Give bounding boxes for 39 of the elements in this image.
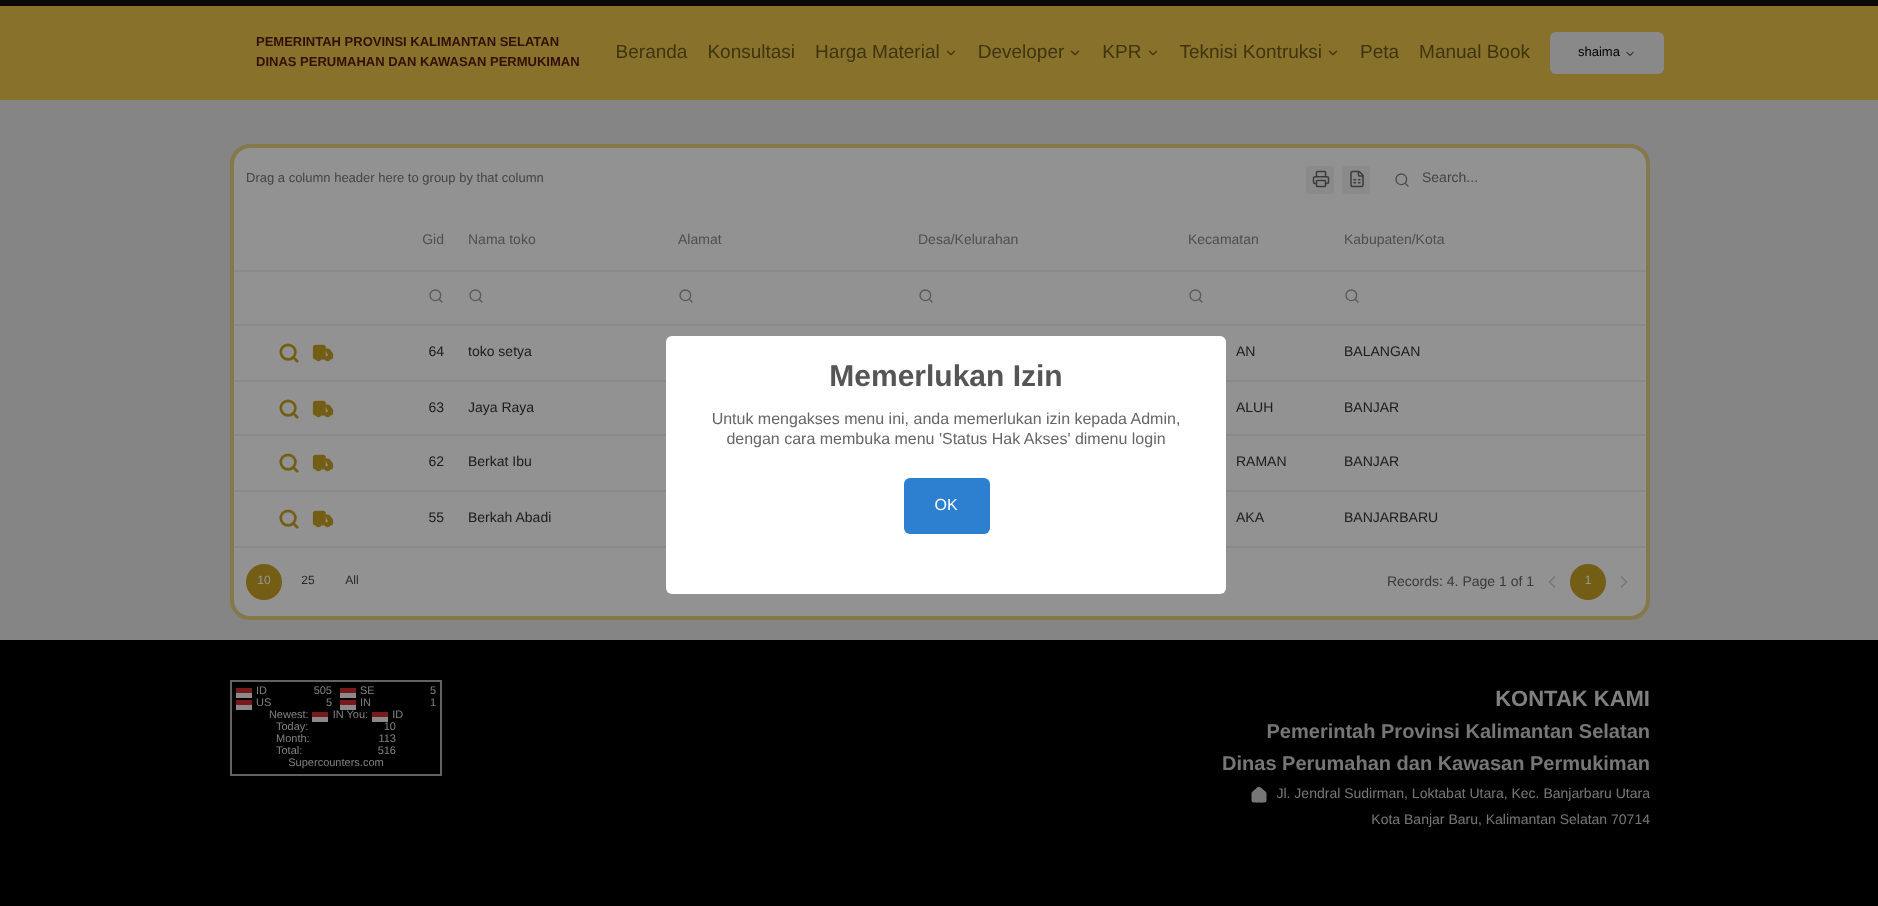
- truck-icon[interactable]: [312, 341, 334, 364]
- spreadsheet-icon: [1347, 170, 1365, 189]
- filter-search-icon[interactable]: [428, 287, 444, 304]
- filter-search-icon[interactable]: [1188, 287, 1204, 304]
- dialog-message: Untuk mengakses menu ini, anda memerlukan izin kepada Admin, dengan cara membuka menu 'Status Hak Akses' dimenu login: [709, 410, 1183, 452]
- contact-organization: Dinas Perumahan dan Kawasan Permukiman: [1222, 754, 1650, 776]
- print-button[interactable]: [1306, 165, 1334, 194]
- search-icon[interactable]: [278, 341, 300, 364]
- filter-search-icon[interactable]: [918, 287, 934, 304]
- filter-search-icon[interactable]: [1344, 287, 1360, 304]
- nav-link[interactable]: Teknisi Kontruksi: [1179, 42, 1340, 64]
- caret-icon: [1145, 46, 1160, 60]
- filter-search-icon[interactable]: [468, 287, 484, 304]
- nav-link[interactable]: Manual Book: [1419, 42, 1530, 64]
- caret-icon: [943, 46, 958, 60]
- search-icon[interactable]: [278, 452, 300, 475]
- search-icon[interactable]: [278, 397, 300, 420]
- nav-link[interactable]: Konsultasi: [707, 42, 796, 64]
- caret-icon: [1068, 46, 1083, 60]
- caret-icon: [1326, 46, 1340, 60]
- home-icon: [1250, 786, 1269, 804]
- search-icon[interactable]: [278, 508, 300, 531]
- truck-icon[interactable]: [312, 452, 334, 475]
- truck-icon[interactable]: [312, 397, 334, 420]
- printer-icon: [1311, 170, 1329, 189]
- truck-icon[interactable]: [312, 508, 334, 531]
- search-icon: [1394, 171, 1410, 188]
- nav-link[interactable]: Developer: [977, 42, 1083, 64]
- dialog-title: Memerlukan Izin: [829, 360, 1063, 394]
- filter-search-icon[interactable]: [678, 287, 694, 304]
- caret-icon: [1623, 47, 1636, 59]
- nav-link[interactable]: Harga Material: [815, 42, 958, 64]
- nav-link[interactable]: KPR: [1102, 42, 1160, 64]
- contact-organization: Pemerintah Provinsi Kalimantan Selatan: [1266, 722, 1650, 744]
- ok-button[interactable]: OK: [903, 477, 989, 534]
- nav-link[interactable]: Beranda: [615, 42, 688, 64]
- export-button[interactable]: [1342, 165, 1370, 194]
- nav-link[interactable]: Peta: [1360, 42, 1400, 64]
- contact-title: KONTAK KAMI: [1495, 688, 1650, 712]
